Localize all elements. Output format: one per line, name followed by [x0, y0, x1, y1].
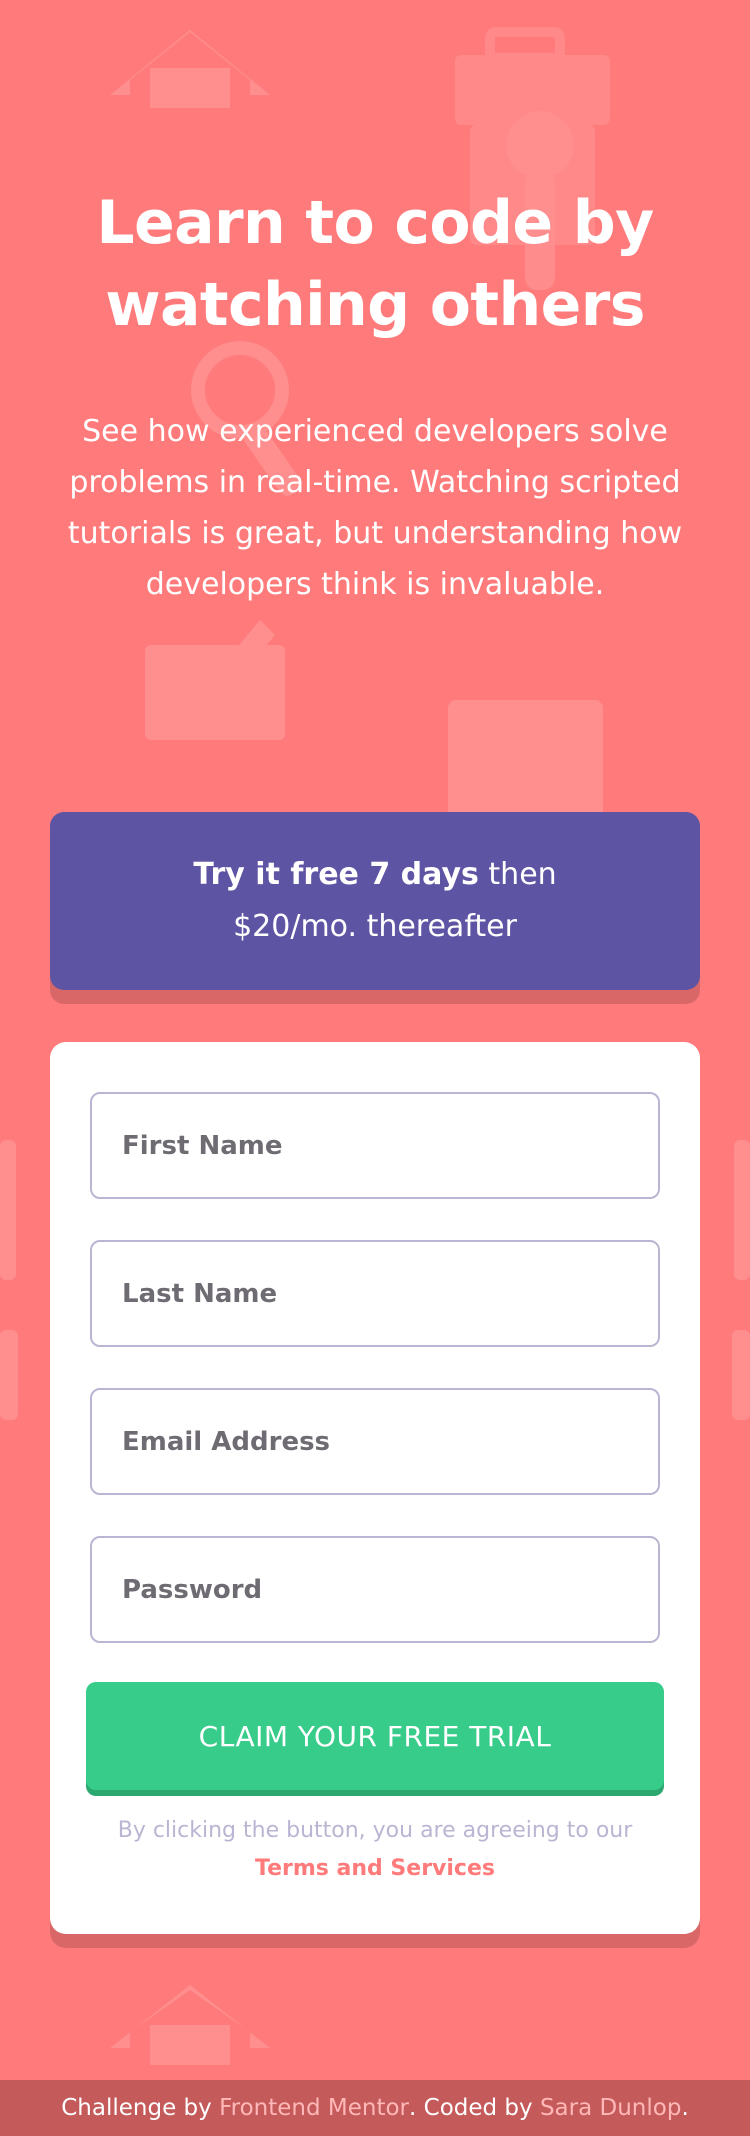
author-link[interactable]: Sara Dunlop: [540, 2095, 681, 2121]
page-title: Learn to code by watching others: [96, 188, 654, 340]
first-name-input[interactable]: [92, 1094, 658, 1197]
last-name-field: [90, 1240, 660, 1347]
signup-card: CLAIM YOUR FREE TRIAL By clicking the bu…: [50, 1042, 700, 1934]
house-icon: [110, 30, 270, 108]
terms-link[interactable]: Terms and Services: [255, 1856, 495, 1881]
house-icon: [110, 1985, 270, 2065]
terms-notice: By clicking the button, you are agreeing…: [110, 1812, 640, 1888]
password-input[interactable]: [92, 1538, 658, 1641]
footer-prefix: Challenge by: [61, 2095, 212, 2121]
email-field: [90, 1388, 660, 1495]
promo-text: Try it free 7 days then $20/mo. thereaft…: [160, 849, 590, 953]
promo-banner: Try it free 7 days then $20/mo. thereaft…: [50, 812, 700, 990]
frontend-mentor-link[interactable]: Frontend Mentor: [219, 2095, 409, 2121]
hero-subtitle: See how experienced developers solve pro…: [67, 414, 683, 602]
first-name-field: [90, 1092, 660, 1199]
email-input[interactable]: [92, 1390, 658, 1493]
footer-suffix: .: [681, 2095, 689, 2121]
promo-bold-text: Try it free 7 days: [193, 857, 479, 892]
footer-attribution: Challenge by Frontend Mentor. Coded by S…: [0, 2080, 750, 2136]
edit-note-icon: [145, 620, 285, 740]
password-field: [90, 1536, 660, 1643]
footer-middle: . Coded by: [409, 2095, 533, 2121]
terms-prefix: By clicking the button, you are agreeing…: [117, 1818, 633, 1843]
last-name-input[interactable]: [92, 1242, 658, 1345]
claim-free-trial-button[interactable]: CLAIM YOUR FREE TRIAL: [86, 1682, 664, 1790]
